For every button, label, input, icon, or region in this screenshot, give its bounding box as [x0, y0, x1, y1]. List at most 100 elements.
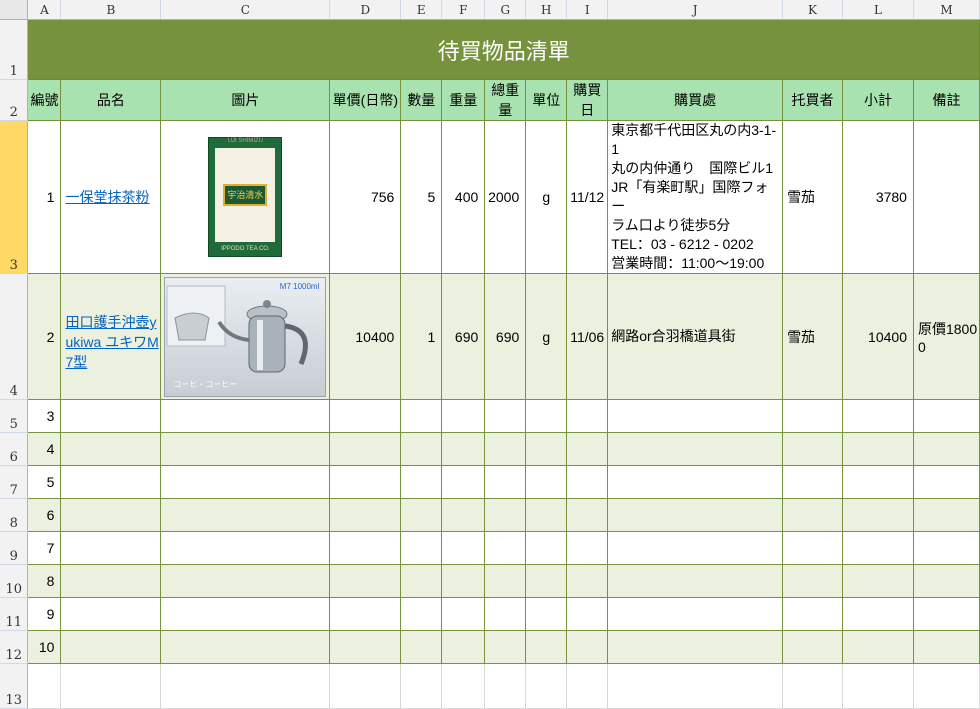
- cell[interactable]: [27, 663, 62, 709]
- cell[interactable]: [782, 597, 844, 631]
- row-header[interactable]: 2: [0, 79, 29, 121]
- cell[interactable]: [607, 663, 784, 709]
- header-cell-total-weight[interactable]: 總重量: [484, 79, 527, 121]
- item-subtotal[interactable]: 3780: [842, 120, 914, 274]
- cell[interactable]: [484, 663, 527, 709]
- item-subtotal[interactable]: 10400: [842, 273, 914, 400]
- cell[interactable]: [400, 531, 443, 565]
- header-cell-note[interactable]: 備註: [912, 79, 980, 121]
- cell[interactable]: [913, 663, 980, 709]
- cell[interactable]: [912, 564, 980, 598]
- cell[interactable]: [842, 597, 914, 631]
- column-header[interactable]: H: [525, 0, 568, 20]
- column-header[interactable]: D: [329, 0, 402, 20]
- header-cell-image[interactable]: 圖片: [160, 79, 331, 121]
- cell[interactable]: [160, 399, 331, 433]
- column-header[interactable]: E: [400, 0, 443, 20]
- cell[interactable]: [441, 432, 486, 466]
- cell[interactable]: [525, 432, 568, 466]
- cell[interactable]: [60, 498, 162, 532]
- item-unit[interactable]: g: [525, 273, 568, 400]
- cell[interactable]: [782, 564, 844, 598]
- row-header[interactable]: 5: [0, 399, 29, 433]
- item-place[interactable]: 東京都千代田区丸の内3-1-1 丸の内仲通り 国際ビル1 JR「有楽町駅」国際フ…: [607, 120, 784, 274]
- item-date[interactable]: 11/06: [566, 273, 609, 400]
- cell[interactable]: [782, 630, 844, 664]
- header-cell-no[interactable]: 編號: [27, 79, 62, 121]
- item-no[interactable]: 7: [27, 531, 62, 565]
- cell[interactable]: [441, 564, 486, 598]
- cell[interactable]: [484, 531, 527, 565]
- item-weight[interactable]: 400: [441, 120, 486, 274]
- cell[interactable]: [607, 630, 784, 664]
- cell[interactable]: [329, 432, 402, 466]
- cell[interactable]: [607, 498, 784, 532]
- cell[interactable]: [912, 465, 980, 499]
- row-header[interactable]: 12: [0, 630, 29, 664]
- cell[interactable]: [160, 630, 331, 664]
- cell[interactable]: [329, 531, 402, 565]
- cell[interactable]: [525, 597, 568, 631]
- cell[interactable]: [441, 663, 486, 709]
- item-name-link[interactable]: 一保堂抹茶粉: [65, 189, 149, 205]
- row-header[interactable]: 1: [0, 19, 29, 80]
- row-header[interactable]: 11: [0, 597, 29, 631]
- row-header[interactable]: 13: [0, 663, 29, 709]
- cell[interactable]: [566, 399, 609, 433]
- cell[interactable]: [484, 630, 527, 664]
- item-unit[interactable]: g: [525, 120, 568, 274]
- cell[interactable]: [441, 531, 486, 565]
- item-no[interactable]: 6: [27, 498, 62, 532]
- column-header[interactable]: G: [484, 0, 527, 20]
- cell[interactable]: [842, 432, 914, 466]
- item-no[interactable]: 3: [27, 399, 62, 433]
- item-name-cell[interactable]: 一保堂抹茶粉: [60, 120, 162, 274]
- cell[interactable]: [60, 630, 162, 664]
- item-no[interactable]: 4: [27, 432, 62, 466]
- cell[interactable]: [60, 432, 162, 466]
- cell[interactable]: [566, 663, 609, 709]
- item-note[interactable]: [912, 120, 980, 274]
- cell[interactable]: [912, 630, 980, 664]
- cell[interactable]: [329, 465, 402, 499]
- header-cell-place[interactable]: 購買處: [607, 79, 784, 121]
- column-header[interactable]: I: [566, 0, 609, 20]
- row-header[interactable]: 9: [0, 531, 29, 565]
- item-price[interactable]: 10400: [329, 273, 402, 400]
- cell[interactable]: [607, 399, 784, 433]
- column-header[interactable]: B: [60, 0, 162, 20]
- sheet-title[interactable]: 待買物品清單: [27, 19, 980, 80]
- cell[interactable]: [525, 465, 568, 499]
- item-total-weight[interactable]: 690: [484, 273, 527, 400]
- column-header[interactable]: F: [441, 0, 486, 20]
- cell[interactable]: [607, 564, 784, 598]
- cell[interactable]: [912, 498, 980, 532]
- cell[interactable]: [160, 597, 331, 631]
- cell[interactable]: [484, 498, 527, 532]
- cell[interactable]: [160, 498, 331, 532]
- header-cell-subtotal[interactable]: 小計: [842, 79, 914, 121]
- cell[interactable]: [400, 663, 443, 709]
- row-header[interactable]: 6: [0, 432, 29, 466]
- cell[interactable]: [329, 630, 402, 664]
- cell[interactable]: [400, 564, 443, 598]
- cell[interactable]: [160, 663, 331, 709]
- cell[interactable]: [160, 564, 331, 598]
- cell[interactable]: [400, 630, 443, 664]
- cell[interactable]: [60, 465, 162, 499]
- item-image-cell[interactable]: UJI SHIMIZU 宇治清水 IPPODO TEA CO.: [160, 120, 331, 274]
- cell[interactable]: [329, 399, 402, 433]
- cell[interactable]: [842, 531, 914, 565]
- cell[interactable]: [842, 564, 914, 598]
- cell[interactable]: [566, 465, 609, 499]
- cell[interactable]: [607, 465, 784, 499]
- item-no[interactable]: 1: [27, 120, 62, 274]
- cell[interactable]: [912, 531, 980, 565]
- item-no[interactable]: 2: [27, 273, 62, 400]
- cell[interactable]: [525, 531, 568, 565]
- row-header[interactable]: 4: [0, 273, 29, 400]
- column-header[interactable]: J: [607, 0, 784, 20]
- row-header[interactable]: 8: [0, 498, 29, 532]
- header-cell-date[interactable]: 購買日: [566, 79, 609, 121]
- item-no[interactable]: 5: [27, 465, 62, 499]
